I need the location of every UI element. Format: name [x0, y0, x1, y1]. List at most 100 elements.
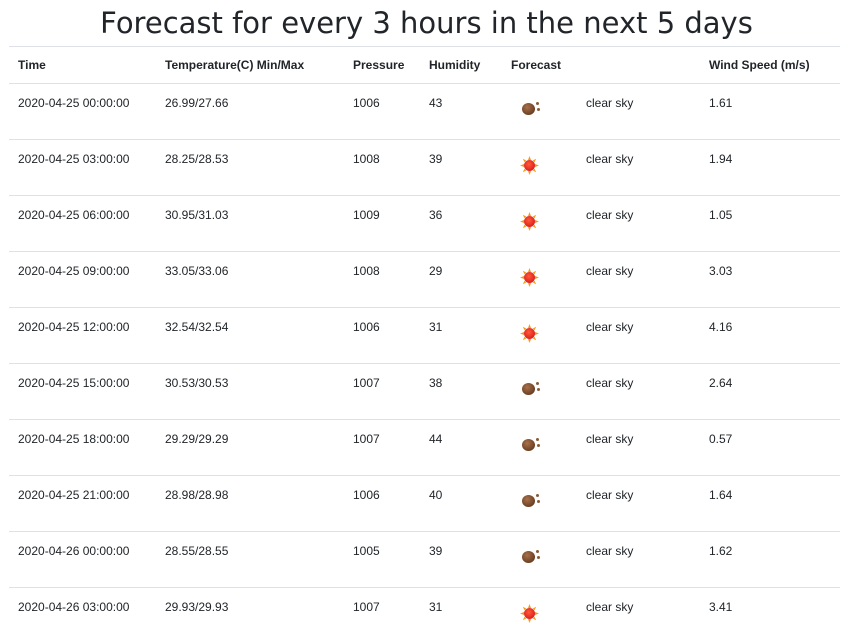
cell-temperature: 33.05/33.06: [156, 251, 344, 308]
cell-wind-speed: 3.03: [700, 251, 840, 308]
table-header-row: Time Temperature(C) Min/Max Pressure Hum…: [9, 46, 840, 84]
cell-wind-speed: 4.16: [700, 307, 840, 364]
header-humidity: Humidity: [420, 46, 502, 84]
cell-humidity: 39: [420, 531, 502, 588]
cell-time: 2020-04-26 00:00:00: [9, 531, 156, 588]
cell-temperature: 26.99/27.66: [156, 83, 344, 140]
sun-icon: [519, 264, 541, 287]
cell-temperature: 28.55/28.55: [156, 531, 344, 588]
cell-forecast-icon: [502, 83, 577, 140]
cell-description: clear sky: [577, 475, 700, 532]
cell-humidity: 36: [420, 195, 502, 252]
cell-humidity: 31: [420, 587, 502, 625]
cell-wind-speed: 1.62: [700, 531, 840, 588]
header-forecast: Forecast: [502, 46, 577, 84]
header-pressure: Pressure: [344, 46, 420, 84]
page-title: Forecast for every 3 hours in the next 5…: [100, 6, 753, 40]
cell-temperature: 30.95/31.03: [156, 195, 344, 252]
table-row: 2020-04-25 21:00:00 28.98/28.98 1006 40 clea…: [9, 475, 840, 532]
cell-pressure: 1008: [344, 139, 420, 196]
cell-description: clear sky: [577, 139, 700, 196]
moon-icon: [519, 96, 541, 118]
moon-icon: [519, 544, 541, 566]
sun-icon: [519, 208, 541, 231]
forecast-table-body: 2020-04-25 00:00:00 26.99/27.66 1006 43 clea…: [9, 83, 840, 625]
cell-wind-speed: 1.64: [700, 475, 840, 532]
cell-pressure: 1007: [344, 363, 420, 420]
cell-wind-speed: 0.57: [700, 419, 840, 476]
table-row: 2020-04-26 00:00:00 28.55/28.55 1005 39 clea…: [9, 531, 840, 588]
cell-pressure: 1008: [344, 251, 420, 308]
cell-pressure: 1006: [344, 307, 420, 364]
cell-description: clear sky: [577, 251, 700, 308]
sun-icon: [519, 600, 541, 623]
cell-wind-speed: 3.41: [700, 587, 840, 625]
cell-humidity: 43: [420, 83, 502, 140]
cell-temperature: 30.53/30.53: [156, 363, 344, 420]
cell-forecast-icon: [502, 251, 577, 308]
cell-humidity: 31: [420, 307, 502, 364]
cell-humidity: 29: [420, 251, 502, 308]
cell-temperature: 29.93/29.93: [156, 587, 344, 625]
cell-humidity: 38: [420, 363, 502, 420]
cell-description: clear sky: [577, 83, 700, 140]
cell-time: 2020-04-25 00:00:00: [9, 83, 156, 140]
cell-time: 2020-04-25 15:00:00: [9, 363, 156, 420]
cell-wind-speed: 1.05: [700, 195, 840, 252]
header-time: Time: [9, 46, 156, 84]
cell-humidity: 44: [420, 419, 502, 476]
moon-icon: [519, 376, 541, 398]
table-row: 2020-04-25 15:00:00 30.53/30.53 1007 38 clea…: [9, 363, 840, 420]
cell-time: 2020-04-26 03:00:00: [9, 587, 156, 625]
header-description: [577, 46, 700, 84]
cell-forecast-icon: [502, 363, 577, 420]
cell-time: 2020-04-25 03:00:00: [9, 139, 156, 196]
cell-time: 2020-04-25 09:00:00: [9, 251, 156, 308]
cell-temperature: 28.25/28.53: [156, 139, 344, 196]
cell-pressure: 1007: [344, 419, 420, 476]
cell-description: clear sky: [577, 363, 700, 420]
cell-wind-speed: 1.61: [700, 83, 840, 140]
cell-temperature: 29.29/29.29: [156, 419, 344, 476]
cell-pressure: 1009: [344, 195, 420, 252]
cell-temperature: 32.54/32.54: [156, 307, 344, 364]
cell-forecast-icon: [502, 307, 577, 364]
header-wind-speed: Wind Speed (m/s): [700, 46, 840, 84]
table-row: 2020-04-26 03:00:00 29.93/29.93 1007 31 clea…: [9, 587, 840, 625]
cell-pressure: 1006: [344, 475, 420, 532]
moon-icon: [519, 432, 541, 454]
cell-description: clear sky: [577, 195, 700, 252]
cell-description: clear sky: [577, 419, 700, 476]
cell-description: clear sky: [577, 587, 700, 625]
cell-pressure: 1007: [344, 587, 420, 625]
cell-time: 2020-04-25 21:00:00: [9, 475, 156, 532]
forecast-page: Forecast for every 3 hours in the next 5…: [0, 0, 853, 625]
cell-description: clear sky: [577, 531, 700, 588]
table-row: 2020-04-25 18:00:00 29.29/29.29 1007 44 clea…: [9, 419, 840, 476]
table-row: 2020-04-25 06:00:00 30.95/31.03 1009 36 clea…: [9, 195, 840, 252]
sun-icon: [519, 152, 541, 175]
cell-time: 2020-04-25 06:00:00: [9, 195, 156, 252]
header-temperature: Temperature(C) Min/Max: [156, 46, 344, 84]
table-row: 2020-04-25 09:00:00 33.05/33.06 1008 29 clea…: [9, 251, 840, 308]
forecast-table: Time Temperature(C) Min/Max Pressure Hum…: [9, 46, 840, 625]
cell-forecast-icon: [502, 531, 577, 588]
cell-pressure: 1006: [344, 83, 420, 140]
cell-temperature: 28.98/28.98: [156, 475, 344, 532]
cell-description: clear sky: [577, 307, 700, 364]
cell-forecast-icon: [502, 139, 577, 196]
cell-forecast-icon: [502, 475, 577, 532]
cell-pressure: 1005: [344, 531, 420, 588]
table-row: 2020-04-25 03:00:00 28.25/28.53 1008 39 clea…: [9, 139, 840, 196]
cell-forecast-icon: [502, 195, 577, 252]
cell-forecast-icon: [502, 587, 577, 625]
sun-icon: [519, 320, 541, 343]
cell-forecast-icon: [502, 419, 577, 476]
cell-wind-speed: 2.64: [700, 363, 840, 420]
table-row: 2020-04-25 12:00:00 32.54/32.54 1006 31 clea…: [9, 307, 840, 364]
moon-icon: [519, 488, 541, 510]
cell-time: 2020-04-25 12:00:00: [9, 307, 156, 364]
cell-wind-speed: 1.94: [700, 139, 840, 196]
cell-humidity: 40: [420, 475, 502, 532]
table-row: 2020-04-25 00:00:00 26.99/27.66 1006 43 clea…: [9, 83, 840, 140]
